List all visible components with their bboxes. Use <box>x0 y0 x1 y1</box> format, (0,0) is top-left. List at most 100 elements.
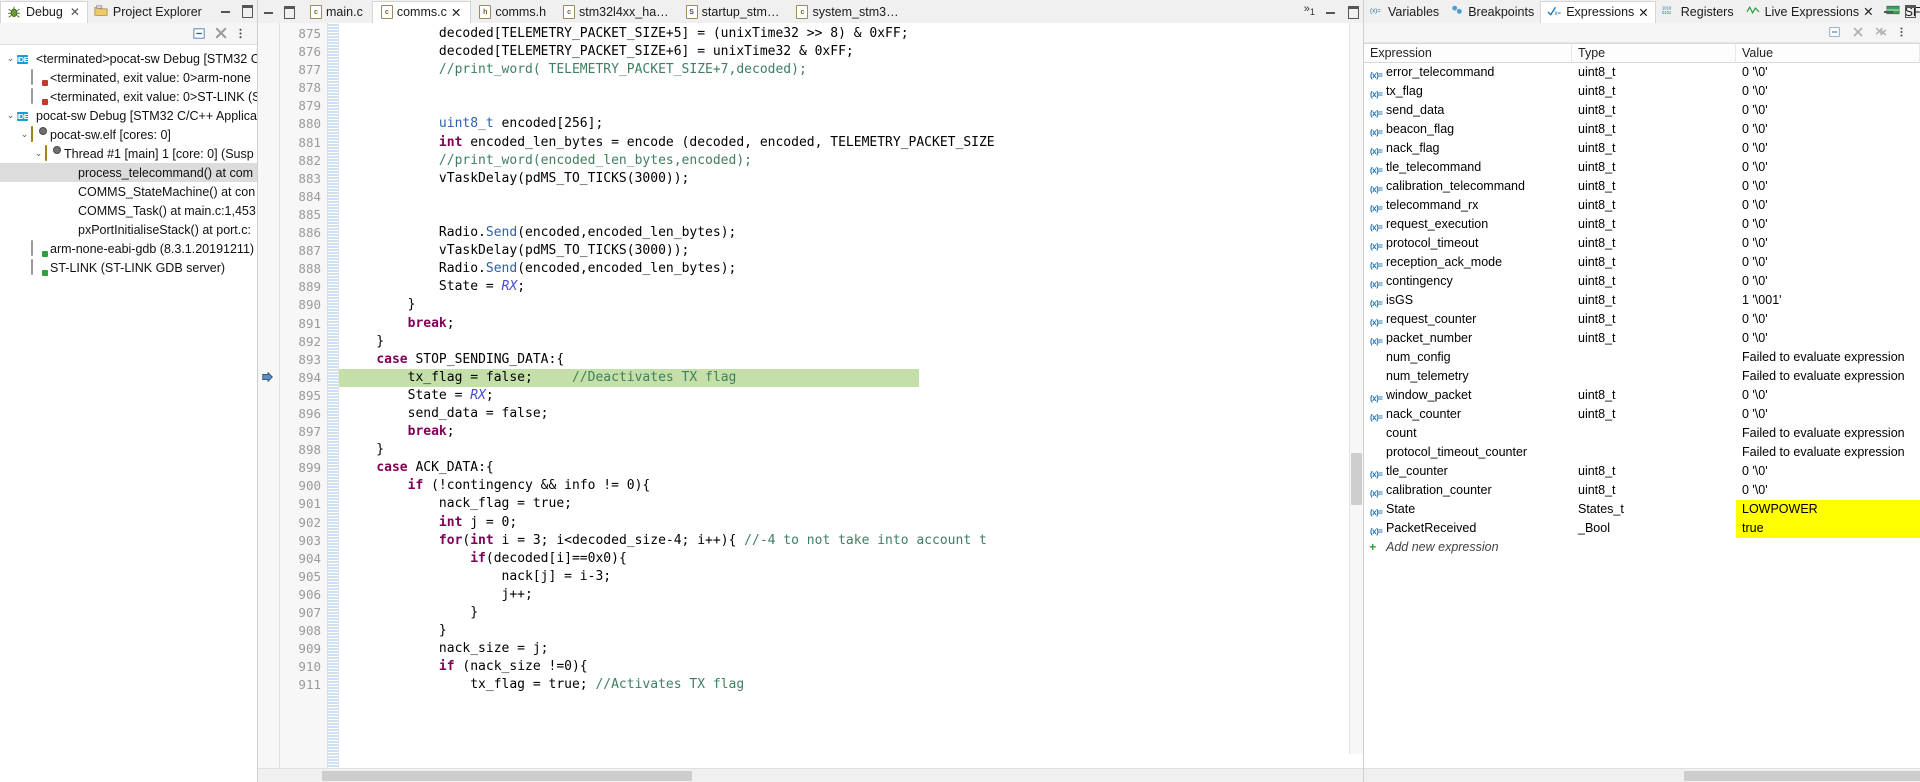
source-line[interactable]: send_data = false; <box>339 405 1363 423</box>
tab-breakpoints[interactable]: Breakpoints <box>1445 1 1540 23</box>
expression-name[interactable]: count <box>1364 424 1572 443</box>
source-line[interactable] <box>339 206 1363 224</box>
source-line[interactable]: } <box>339 333 1363 351</box>
source-line[interactable]: break; <box>339 423 1363 441</box>
expression-value[interactable]: 0 '\0' <box>1736 120 1920 139</box>
expression-row[interactable]: (x)= nack_counter uint8_t 0 '\0' <box>1364 405 1920 424</box>
close-icon[interactable]: ✕ <box>1638 5 1648 20</box>
scrollbar-thumb[interactable] <box>1684 771 1920 781</box>
minimize-icon[interactable] <box>219 3 232 16</box>
breakpoint-ruler[interactable] <box>258 23 280 768</box>
source-line[interactable] <box>339 188 1363 206</box>
expression-row[interactable]: (x)= contingency uint8_t 0 '\0' <box>1364 272 1920 291</box>
editor-tab-commsc[interactable]: c comms.c ✕ <box>371 1 472 23</box>
debug-stack-frame[interactable]: COMMS_Task() at main.c:1,453 <box>0 201 257 220</box>
source-line[interactable]: uint8_t encoded[256]; <box>339 115 1363 133</box>
expression-value[interactable]: 0 '\0' <box>1736 82 1920 101</box>
source-line[interactable]: case ACK_DATA:{ <box>339 459 1363 477</box>
expressions-table[interactable]: Expression Type Value (x)= error_telecomm… <box>1364 43 1920 557</box>
debug-stack-frame[interactable]: process_telecommand() at com <box>0 163 257 182</box>
expression-row[interactable]: protocol_timeout_counter Failed to evalua… <box>1364 443 1920 462</box>
editor-tabs[interactable]: c main.c c comms.c ✕ h comms.h c stm32l4xx_ha… Ss… <box>302 1 908 23</box>
source-line[interactable]: int encoded_len_bytes = encode (decoded,… <box>339 134 1363 152</box>
source-line[interactable]: } <box>339 622 1363 640</box>
expression-value[interactable]: Failed to evaluate expression <box>1736 367 1920 386</box>
tab-live-expressions[interactable]: Live Expressions ✕ <box>1740 1 1880 23</box>
source-line[interactable]: } <box>339 604 1363 622</box>
expression-row[interactable]: (x)= request_execution uint8_t 0 '\0' <box>1364 215 1920 234</box>
source-line[interactable]: tx_flag = true; //Activates TX flag <box>339 676 1363 694</box>
expressions-horizontal-scrollbar[interactable] <box>1364 768 1920 782</box>
editor-vertical-scrollbar[interactable] <box>1349 23 1363 754</box>
scrollbar-thumb[interactable] <box>1351 453 1362 505</box>
scrollbar-thumb[interactable] <box>322 771 692 781</box>
expression-row[interactable]: (x)= isGS uint8_t 1 '\001' <box>1364 291 1920 310</box>
expression-row[interactable]: (x)= window_packet uint8_t 0 '\0' <box>1364 386 1920 405</box>
source-line[interactable]: } <box>339 296 1363 314</box>
expression-row[interactable]: (x)= tle_telecommand uint8_t 0 '\0' <box>1364 158 1920 177</box>
expression-row[interactable]: (x)= tx_flag uint8_t 0 '\0' <box>1364 82 1920 101</box>
debug-tree-item[interactable]: ⌄ IDE <terminated>pocat-sw Debug [STM32 C <box>0 49 257 68</box>
expression-value[interactable]: 0 '\0' <box>1736 329 1920 348</box>
source-line[interactable]: nack_size = j; <box>339 640 1363 658</box>
expression-value[interactable]: 0 '\0' <box>1736 101 1920 120</box>
tab-project-explorer[interactable]: Project Explorer <box>88 1 209 23</box>
expression-value[interactable]: 0 '\0' <box>1736 462 1920 481</box>
tab-overflow-icon[interactable]: »1 <box>1304 3 1315 17</box>
expression-row[interactable]: num_telemetry Failed to evaluate expressi… <box>1364 367 1920 386</box>
minimize-icon[interactable] <box>1882 3 1895 16</box>
debug-tree-item[interactable]: ⌄ IDE pocat-sw Debug [STM32 C/C++ Applica <box>0 106 257 125</box>
expression-name[interactable]: (x)= reception_ack_mode <box>1364 253 1572 272</box>
editor-tab-stm32l4xxha[interactable]: c stm32l4xx_ha… <box>555 1 678 23</box>
expression-name[interactable]: (x)= telecommand_rx <box>1364 196 1572 215</box>
expression-name[interactable]: (x)= calibration_telecommand <box>1364 177 1572 196</box>
remove-all-expressions-icon[interactable] <box>1874 25 1889 40</box>
tab-expressions[interactable]: x= Expressions ✕ <box>1540 1 1656 23</box>
expression-name[interactable]: (x)= request_execution <box>1364 215 1572 234</box>
expression-value[interactable]: 0 '\0' <box>1736 310 1920 329</box>
source-line[interactable]: vTaskDelay(pdMS_TO_TICKS(3000)); <box>339 170 1363 188</box>
expression-row[interactable]: num_config Failed to evaluate expression <box>1364 348 1920 367</box>
source-line[interactable]: //print_word( TELEMETRY_PACKET_SIZE+7,de… <box>339 61 1363 79</box>
expression-row[interactable]: (x)= send_data uint8_t 0 '\0' <box>1364 101 1920 120</box>
expression-value[interactable]: 0 '\0' <box>1736 481 1920 500</box>
column-header-value[interactable]: Value <box>1736 43 1920 63</box>
expression-value[interactable]: 0 '\0' <box>1736 177 1920 196</box>
source-line[interactable]: case STOP_SENDING_DATA:{ <box>339 351 1363 369</box>
expression-value[interactable]: 0 '\0' <box>1736 386 1920 405</box>
expression-value[interactable]: 0 '\0' <box>1736 139 1920 158</box>
add-new-expression-row[interactable]: + Add new expression <box>1364 538 1920 557</box>
expression-value[interactable]: Failed to evaluate expression <box>1736 424 1920 443</box>
expression-value[interactable]: true <box>1736 519 1920 538</box>
view-menu-icon[interactable] <box>1897 25 1912 40</box>
source-line[interactable]: if(decoded[i]==0x0){ <box>339 550 1363 568</box>
expression-name[interactable]: num_config <box>1364 348 1572 367</box>
expression-name[interactable]: (x)= error_telecommand <box>1364 63 1572 82</box>
source-line[interactable]: decoded[TELEMETRY_PACKET_SIZE+6] = unixT… <box>339 43 1363 61</box>
source-line[interactable]: int j = 0; <box>339 514 1363 532</box>
expression-name[interactable]: (x)= send_data <box>1364 101 1572 120</box>
expression-value[interactable]: 0 '\0' <box>1736 215 1920 234</box>
minimize-icon[interactable] <box>262 4 275 17</box>
debug-stack-frame[interactable]: COMMS_StateMachine() at con <box>0 182 257 201</box>
expression-value[interactable]: LOWPOWER <box>1736 500 1920 519</box>
expression-name[interactable]: (x)= isGS <box>1364 291 1572 310</box>
source-code-text[interactable]: decoded[TELEMETRY_PACKET_SIZE+5] = (unix… <box>339 23 1363 768</box>
expression-row[interactable]: (x)= telecommand_rx uint8_t 0 '\0' <box>1364 196 1920 215</box>
expression-value[interactable]: 0 '\0' <box>1736 405 1920 424</box>
editor-tab-startupstm[interactable]: Sstartup_stm… <box>678 1 789 23</box>
expression-name[interactable]: (x)= calibration_counter <box>1364 481 1572 500</box>
source-line[interactable] <box>339 97 1363 115</box>
expression-row[interactable]: (x)= nack_flag uint8_t 0 '\0' <box>1364 139 1920 158</box>
expression-row[interactable]: (x)= tle_counter uint8_t 0 '\0' <box>1364 462 1920 481</box>
expression-row[interactable]: (x)= State States_t LOWPOWER <box>1364 500 1920 519</box>
expression-name[interactable]: (x)= window_packet <box>1364 386 1572 405</box>
expression-value[interactable]: 1 '\001' <box>1736 291 1920 310</box>
expression-name[interactable]: (x)= nack_flag <box>1364 139 1572 158</box>
source-line[interactable]: Radio.Send(encoded,encoded_len_bytes); <box>339 224 1363 242</box>
code-editor[interactable]: 875 876 877 878 879 880 881 882 883 884 885 886 887 8… <box>258 23 1363 768</box>
editor-tab-commsh[interactable]: h comms.h <box>471 1 555 23</box>
debug-tree-item[interactable]: ⌄ pocat-sw.elf [cores: 0] <box>0 125 257 144</box>
expression-value[interactable]: 0 '\0' <box>1736 196 1920 215</box>
debug-tree-item[interactable]: <terminated, exit value: 0>ST-LINK (S <box>0 87 257 106</box>
